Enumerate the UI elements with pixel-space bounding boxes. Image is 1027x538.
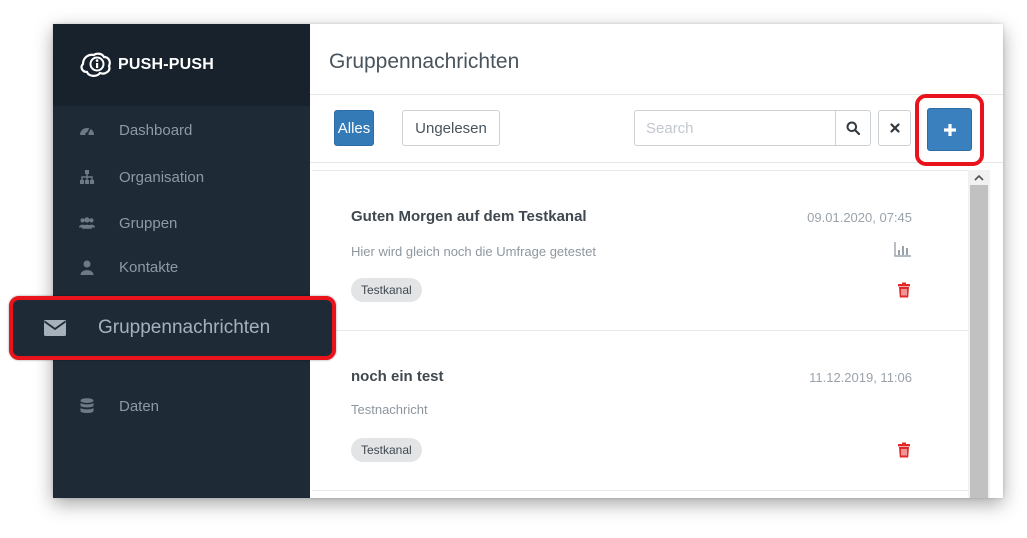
chevron-up-icon [974,174,984,181]
message-text: Testnachricht [351,402,428,417]
sidebar: PUSH-PUSH Dashboard Organisation Gruppen [53,24,310,498]
clear-search-button[interactable] [878,110,911,146]
sitemap-icon [79,169,95,185]
message-date: 09.01.2020, 07:45 [807,210,912,225]
channel-tag: Testkanal [351,278,422,302]
scroll-up-arrow[interactable] [968,170,990,184]
message-title: noch ein test [351,368,444,385]
title-divider [310,94,1003,95]
add-message-button[interactable] [927,108,972,151]
close-icon [889,123,900,133]
sidebar-item-dashboard[interactable]: Dashboard [53,110,310,150]
list-scrollbar[interactable] [968,170,990,498]
delete-button[interactable] [895,441,913,459]
sidebar-item-gruppennachrichten[interactable]: Gruppennachrichten [9,296,336,360]
search-button[interactable] [836,110,871,146]
list-item[interactable]: Guten Morgen auf dem Testkanal 09.01.202… [312,171,968,331]
sidebar-item-gruppen[interactable]: Gruppen [53,203,310,243]
list-item[interactable]: noch ein test 11.12.2019, 11:06 Testnach… [312,331,968,491]
sidebar-item-daten[interactable]: Daten [53,386,310,426]
message-text: Hier wird gleich noch die Umfrage getest… [351,244,596,259]
filter-unread-button[interactable]: Ungelesen [402,110,500,146]
sidebar-item-label: Organisation [119,168,205,186]
database-icon [79,398,95,414]
envelope-icon [44,320,66,336]
sidebar-item-label: Gruppen [119,214,178,232]
scrollbar-thumb[interactable] [970,185,988,498]
plus-icon [943,123,956,136]
toolbar-divider [310,162,1003,163]
sidebar-item-organisation[interactable]: Organisation [53,157,310,197]
filter-all-button[interactable]: Alles [334,110,374,146]
sidebar-item-label: Dashboard [119,121,193,139]
sidebar-item-label: Daten [119,397,160,415]
message-title: Guten Morgen auf dem Testkanal [351,208,587,225]
trash-icon [898,442,910,458]
app-window: PUSH-PUSH Dashboard Organisation Gruppen [53,24,1003,498]
brand-name: PUSH-PUSH [118,56,215,73]
brand-logo-icon [80,52,111,77]
channel-tag: Testkanal [351,438,422,462]
main-content: Gruppennachrichten Alles Ungelesen Gut [310,24,1003,498]
brand-header[interactable]: PUSH-PUSH [53,24,310,106]
sidebar-item-label: Kontakte [119,258,179,276]
poll-chart-icon[interactable] [894,240,912,258]
sidebar-item-kontakte[interactable]: Kontakte [53,247,310,287]
screenshot-stage: PUSH-PUSH Dashboard Organisation Gruppen [0,0,1027,538]
users-icon [79,215,95,231]
message-date: 11.12.2019, 11:06 [809,370,912,385]
dashboard-icon [79,122,95,138]
add-button-highlight [915,94,984,166]
message-list: Guten Morgen auf dem Testkanal 09.01.202… [312,170,968,498]
page-title: Gruppennachrichten [329,50,520,73]
sidebar-item-label: Gruppennachrichten [98,317,271,338]
user-icon [79,259,95,275]
trash-icon [898,282,910,298]
search-input[interactable] [634,110,836,146]
search-icon [846,121,860,135]
delete-button[interactable] [895,281,913,299]
